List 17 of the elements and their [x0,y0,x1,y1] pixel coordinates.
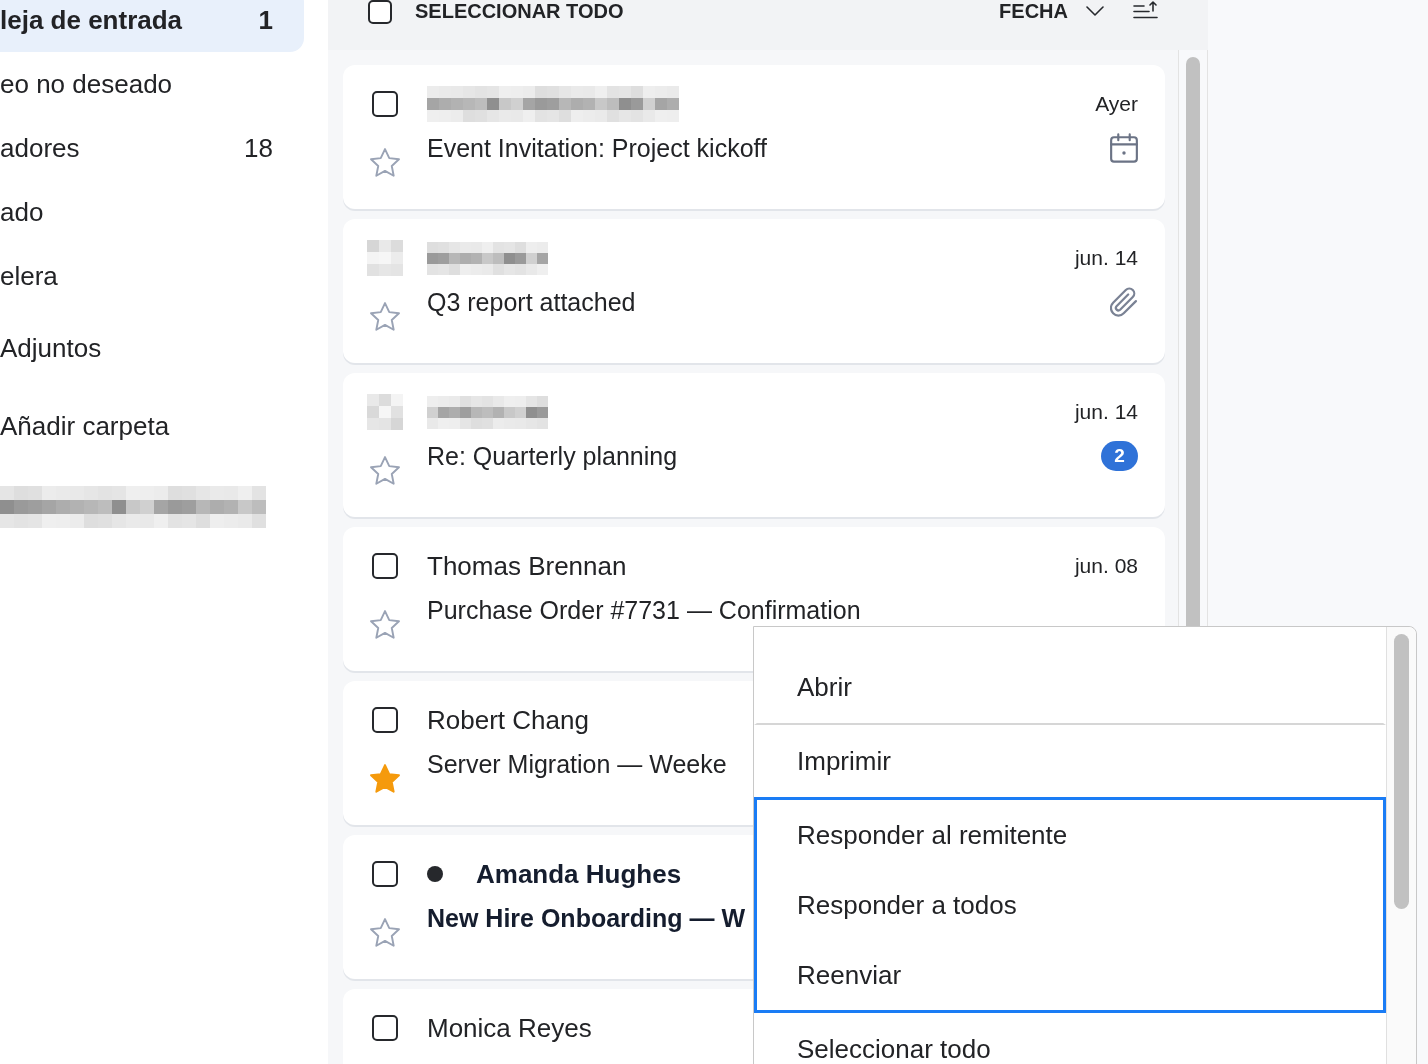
email-subject: Re: Quarterly planning [427,441,678,471]
unread-count: 18 [244,132,273,164]
email-date: Ayer [1095,91,1138,117]
sender-name: Thomas Brennan [427,551,627,581]
unread-count: 1 [258,4,273,36]
email-date: jun. 08 [1074,553,1138,579]
email-date: jun. 14 [1074,399,1138,425]
count-badge: 2 [1101,441,1138,471]
email-subject: New Hire Onboarding — W [427,903,746,933]
email-subject: Q3 report attached [427,287,636,317]
sender-name: Amanda Hughes [476,859,682,889]
email-subject: Event Invitation: Project kickoff [427,133,767,163]
email-subject: Server Migration — Weeke [427,749,727,779]
email-date: jun. 14 [1074,245,1138,271]
sender-name: Monica Reyes [427,1013,592,1043]
sender-name: Robert Chang [427,705,589,735]
email-subject: Purchase Order #7731 — Confirmation [427,595,861,625]
